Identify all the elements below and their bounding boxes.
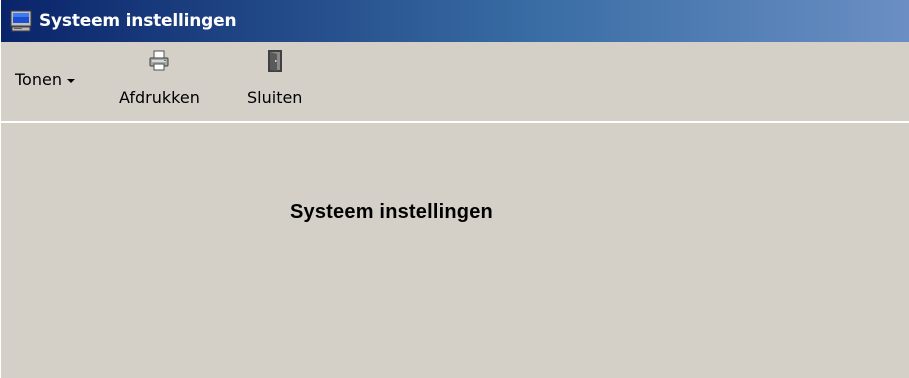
print-label: Afdrukken (119, 88, 200, 107)
close-button[interactable]: Sluiten (247, 48, 302, 107)
content-area: Systeem instellingen (1, 122, 909, 378)
page-title: Systeem instellingen (290, 201, 493, 223)
title-bar[interactable]: Systeem instellingen (1, 0, 909, 42)
caret-down-icon (66, 78, 75, 83)
view-dropdown-button[interactable]: Tonen (15, 70, 75, 89)
close-label: Sluiten (247, 88, 303, 107)
computer-monitor-icon[interactable] (9, 9, 33, 33)
window-title: Systeem instellingen (39, 11, 237, 31)
door-exit-icon (263, 48, 287, 74)
printer-icon (147, 48, 171, 74)
toolbar: Tonen Afdrukken Sluiten (1, 42, 909, 122)
print-button[interactable]: Afdrukken (119, 48, 200, 107)
view-dropdown-label: Tonen (15, 70, 62, 89)
application-window: Systeem instellingen Tonen Afdrukken Slu… (0, 0, 909, 378)
